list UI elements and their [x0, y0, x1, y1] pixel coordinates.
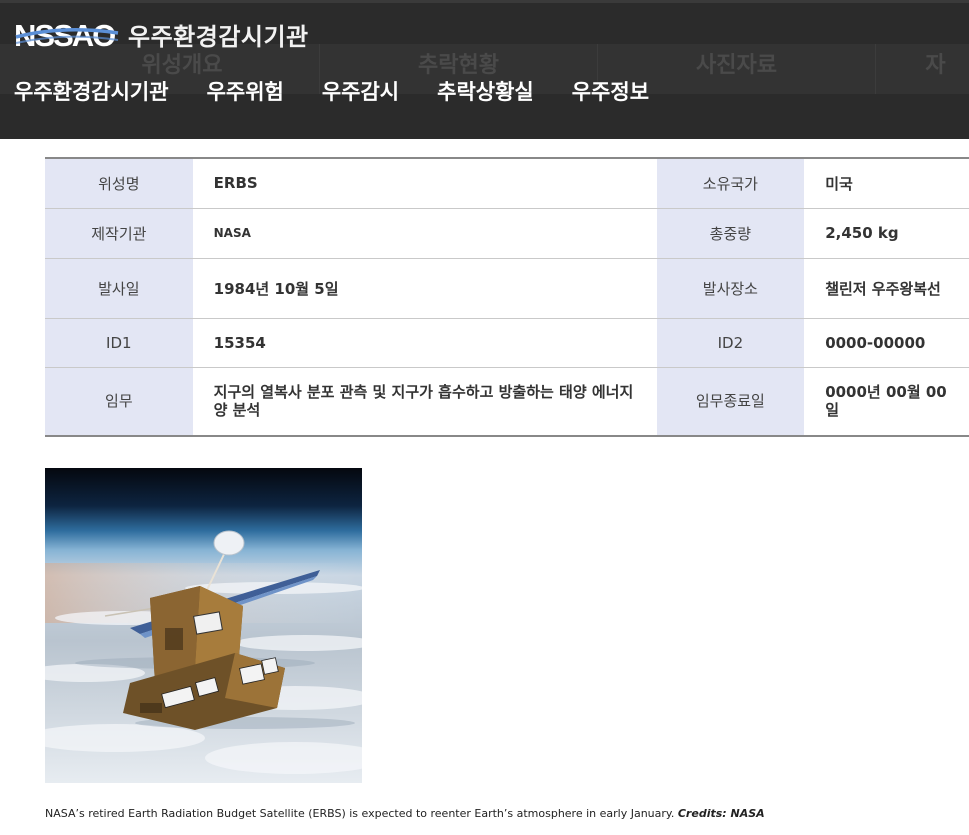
- satellite-name-value: ERBS: [192, 158, 657, 209]
- nssao-logo-icon: NSSAO: [14, 18, 119, 51]
- nav-item-space-hazard[interactable]: 우주위험: [207, 76, 284, 106]
- weight-label: 총중량: [656, 208, 805, 259]
- erbs-satellite-image: [45, 468, 362, 783]
- satellite-name-label: 위성명: [45, 158, 193, 209]
- launch-site-label: 발사장소: [656, 258, 805, 319]
- main-nav: 우주환경감시기관 우주위험 우주감시 추락상황실 우주정보: [14, 76, 687, 106]
- satellite-info-table: 위성명 ERBS 소유국가 미국 제작기관 NASA 총중량 2,450 kg …: [45, 157, 969, 437]
- nav-item-reentry-room[interactable]: 추락상황실: [437, 76, 534, 106]
- table-row: 제작기관 NASA 총중량 2,450 kg: [45, 208, 969, 259]
- maker-value: NASA: [192, 208, 657, 259]
- header-top-line: [0, 0, 969, 3]
- id1-value: 15354: [192, 318, 657, 368]
- mission-value: 지구의 열복사 분포 관측 및 지구가 흡수하고 방출하는 태양 에너지양 분석: [192, 367, 657, 436]
- site-logo[interactable]: NSSAO 우주환경감시기관: [14, 16, 309, 52]
- photo-credit: Credits: NASA: [677, 807, 765, 820]
- nav-item-space-info[interactable]: 우주정보: [572, 76, 649, 106]
- launch-site-value: 챌린저 우주왕복선: [804, 258, 969, 319]
- nav-item-space-surveillance[interactable]: 우주감시: [322, 76, 399, 106]
- id2-label: ID2: [656, 318, 805, 368]
- photo-caption-text: NASA’s retired Earth Radiation Budget Sa…: [45, 807, 675, 820]
- country-label: 소유국가: [656, 158, 805, 209]
- mission-end-label: 임무종료일: [656, 367, 805, 436]
- table-row: 위성명 ERBS 소유국가 미국: [45, 158, 969, 209]
- launch-date-label: 발사일: [45, 258, 193, 319]
- photo-caption: NASA’s retired Earth Radiation Budget Sa…: [45, 807, 765, 820]
- country-value: 미국: [804, 158, 969, 209]
- launch-date-value: 1984년 10월 5일: [192, 258, 657, 319]
- mission-end-value: 0000년 00월 00일: [804, 367, 969, 436]
- background-tab-more[interactable]: 자: [876, 44, 969, 94]
- maker-label: 제작기관: [45, 208, 193, 259]
- site-header: 위성개요 추락현황 사진자료 자 NSSAO 우주환경감시기관 우주환경감시기관…: [0, 0, 969, 139]
- site-logo-text: 우주환경감시기관: [128, 22, 309, 51]
- table-row: 임무 지구의 열복사 분포 관측 및 지구가 흡수하고 방출하는 태양 에너지양…: [45, 367, 969, 436]
- mission-label: 임무: [45, 367, 193, 436]
- id1-label: ID1: [45, 318, 193, 368]
- id2-value: 0000-00000: [804, 318, 969, 368]
- satellite-photo: [45, 468, 362, 783]
- nav-item-agency[interactable]: 우주환경감시기관: [14, 76, 169, 106]
- table-row: ID1 15354 ID2 0000-00000: [45, 318, 969, 368]
- table-row: 발사일 1984년 10월 5일 발사장소 챌린저 우주왕복선: [45, 258, 969, 319]
- weight-value: 2,450 kg: [804, 208, 969, 259]
